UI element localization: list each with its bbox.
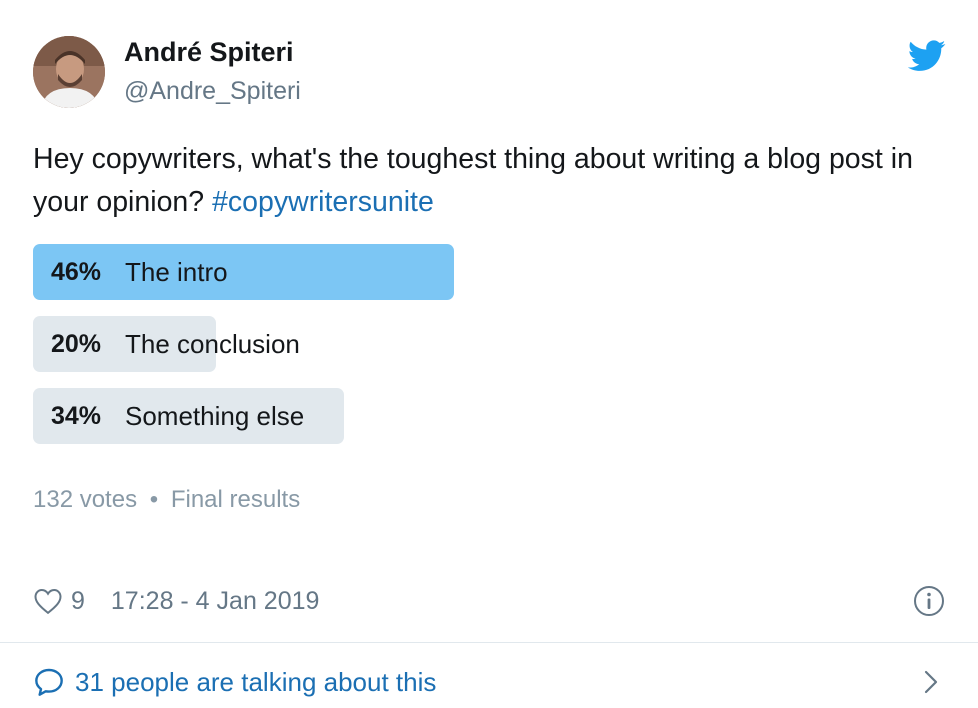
poll-percent: 20% [51,330,102,358]
author-handle[interactable]: @Andre_Spiteri [124,75,301,107]
like-count[interactable]: 9 [71,587,85,616]
poll-option-1: 46% The intro [33,244,454,300]
poll-status: Final results [170,486,301,513]
poll-label: Something else [125,401,305,431]
poll-percent: 34% [51,402,102,430]
author-name[interactable]: André Spiteri [124,34,294,70]
poll-label: The intro [125,257,228,287]
tweet-body: Hey copywriters, what's the toughest thi… [33,143,913,218]
chevron-right-icon[interactable] [922,668,940,696]
divider [0,642,978,643]
poll-percent: 46% [51,258,102,286]
tweet-card: André Spiteri @Andre_Spiteri Hey copywri… [0,0,978,708]
timestamp[interactable]: 17:28 - 4 Jan 2019 [111,587,320,616]
tweet-stats: 9 17:28 - 4 Jan 2019 [33,584,319,618]
poll-label: The conclusion [125,329,300,359]
poll-option-2: 20% The conclusion [33,316,453,372]
author-avatar[interactable] [33,36,105,108]
poll-votes: 132 votes [33,486,138,513]
conversation-label: 31 people are talking about this [75,666,437,697]
hashtag-link[interactable]: #copywritersunite [212,186,434,218]
conversation-link[interactable]: 31 people are talking about this [33,664,436,700]
tweet-text: Hey copywriters, what's the toughest thi… [33,138,943,224]
poll-meta: 132 votes • Final results [33,484,300,516]
info-icon[interactable] [913,585,945,617]
speech-bubble-icon [35,668,63,696]
twitter-bird-icon[interactable] [908,40,946,72]
poll-option-3: 34% Something else [33,388,453,444]
separator-dot: • [149,486,159,513]
heart-icon[interactable] [33,587,63,615]
